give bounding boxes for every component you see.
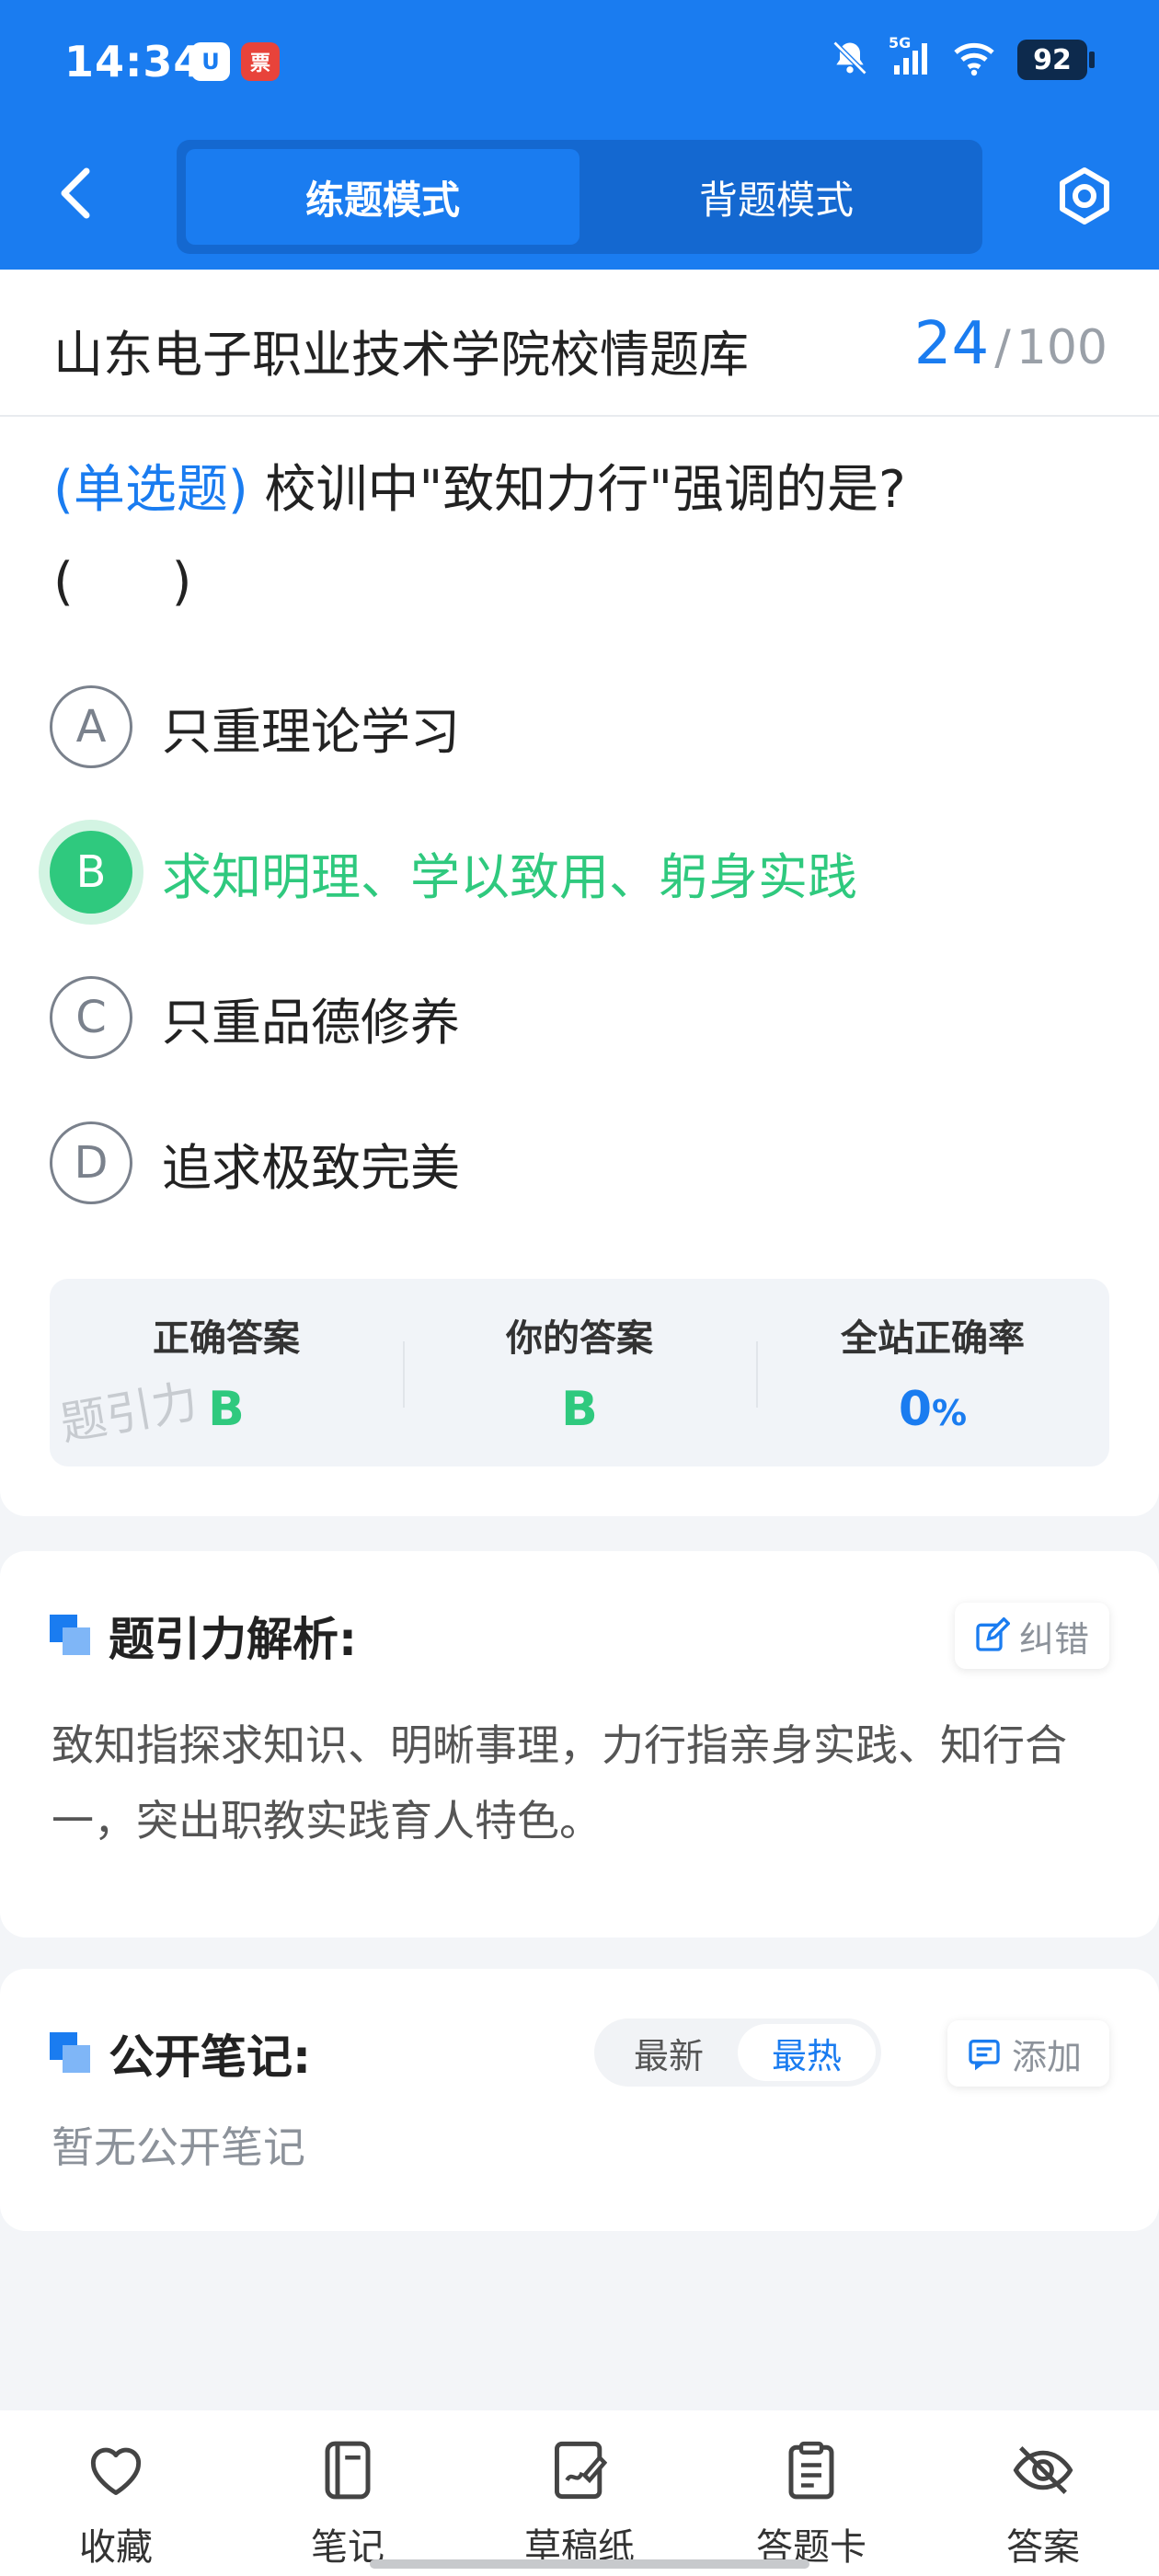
answer-result-summary: 正确答案 B 题引力 你的答案 B 全站正确率 0% (50, 1279, 1109, 1466)
bank-title: 山东电子职业技术学院校情题库 (53, 326, 749, 384)
option-letter: A (50, 685, 132, 768)
option-text: 求知明理、学以致用、躬身实践 (162, 847, 857, 906)
sort-latest[interactable]: 最新 (600, 2024, 738, 2081)
status-bar: 14:34 U 票 5G 92 (0, 0, 1159, 124)
answer-sheet-button[interactable]: 答题卡 (695, 2410, 927, 2576)
show-answer-label: 答案 (1006, 2526, 1080, 2569)
section-square-icon (50, 1615, 92, 1657)
mode-switch: 练题模式 背题模式 (177, 140, 982, 254)
signal-icon: 5G (889, 34, 931, 80)
empty-notes-text: 暂无公开笔记 (52, 2122, 305, 2172)
app-notification-icon: U (191, 42, 230, 81)
option-b[interactable]: B 求知明理、学以致用、躬身实践 (50, 826, 1107, 918)
chevron-left-icon (61, 167, 90, 219)
back-button[interactable] (48, 166, 103, 221)
option-letter: C (50, 976, 132, 1059)
option-text: 只重品德修养 (162, 993, 460, 1052)
home-indicator[interactable] (370, 2559, 809, 2569)
comment-icon (969, 2040, 1000, 2071)
edit-icon (976, 1617, 1010, 1651)
analysis-text: 致知指探求知识、明晰事理，力行指亲身实践、知行合一，突出职教实践育人特色。 (52, 1720, 1067, 1846)
analysis-heading: 题引力解析: (50, 1603, 357, 1669)
notes-title: 公开笔记: (109, 2030, 311, 2084)
wifi-icon (951, 40, 997, 80)
total-question-count: 100 (1016, 320, 1107, 375)
site-accuracy-number: 0 (898, 1382, 933, 1437)
gear-icon (1060, 167, 1109, 224)
show-answer-button[interactable]: 答案 (927, 2410, 1159, 2576)
section-square-icon (50, 2032, 92, 2075)
option-c[interactable]: C 只重品德修养 (50, 972, 1107, 1064)
eye-off-icon (1011, 2438, 1075, 2502)
tab-recite-mode[interactable]: 背题模式 (580, 149, 973, 245)
draft-paper-button[interactable]: 草稿纸 (464, 2410, 695, 2576)
watermark: 题引力 (56, 1374, 202, 1452)
your-answer-stat: 你的答案 B (403, 1279, 756, 1466)
public-notes-card: 公开笔记: 最新 最热 添加 暂无公开笔记 (0, 1969, 1159, 2231)
question-text: 校训中"致知力行"强调的是? (264, 460, 906, 520)
option-a[interactable]: A 只重理论学习 (50, 681, 1107, 773)
your-answer-label: 你的答案 (506, 1317, 653, 1360)
bottom-toolbar: 收藏 笔记 草稿纸 答题卡 答案 (0, 2410, 1159, 2576)
analysis-card: 题引力解析: 纠错 致知指探求知识、明晰事理，力行指亲身实践、知行合一，突出职教… (0, 1551, 1159, 1938)
correct-answer-label: 正确答案 (153, 1317, 300, 1360)
option-text: 只重理论学习 (162, 702, 460, 761)
battery-indicator: 92 (1017, 40, 1087, 80)
report-error-label: 纠错 (1019, 1618, 1090, 1660)
option-letter: D (50, 1121, 132, 1204)
settings-button[interactable] (1054, 166, 1115, 226)
notes-button[interactable]: 笔记 (232, 2410, 464, 2576)
status-time: 14:34 (64, 37, 204, 86)
option-d[interactable]: D 追求极致完美 (50, 1117, 1107, 1209)
notes-heading: 公开笔记: (50, 2020, 311, 2087)
correct-answer-stat: 正确答案 B 题引力 (50, 1279, 403, 1466)
correct-answer-value: B (208, 1382, 245, 1437)
heart-icon (84, 2438, 148, 2502)
answer-blank: ( ) (53, 552, 192, 612)
question-stem: (单选题) 校训中"致知力行"强调的是? ( ) (53, 444, 1111, 628)
analysis-title: 题引力解析: (109, 1613, 357, 1666)
report-error-button[interactable]: 纠错 (955, 1603, 1109, 1669)
current-question-number: 24 (913, 310, 990, 378)
add-note-button[interactable]: 添加 (947, 2020, 1109, 2087)
question-card: 山东电子职业技术学院校情题库 24/100 (单选题) 校训中"致知力行"强调的… (0, 270, 1159, 1516)
top-header: 14:34 U 票 5G 92 练题模式 背题模式 (0, 0, 1159, 270)
draft-paper-icon (547, 2438, 612, 2502)
site-accuracy-value: 0% (899, 1382, 967, 1437)
question-bank-header: 山东电子职业技术学院校情题库 24/100 (0, 270, 1159, 417)
your-answer-value: B (561, 1382, 598, 1437)
mute-bell-icon (830, 38, 870, 82)
add-note-label: 添加 (1012, 2036, 1083, 2077)
option-text: 追求极致完美 (162, 1138, 460, 1197)
network-type: 5G (889, 34, 912, 52)
battery-cap (1089, 52, 1095, 68)
tab-practice-mode[interactable]: 练题模式 (186, 149, 580, 245)
answer-sheet-icon (779, 2438, 843, 2502)
site-accuracy-stat: 全站正确率 0% (756, 1279, 1109, 1466)
sort-hottest[interactable]: 最热 (738, 2024, 876, 2081)
favorite-label: 收藏 (79, 2526, 153, 2569)
question-progress[interactable]: 24/100 (914, 310, 1107, 378)
progress-separator: / (994, 320, 1011, 375)
question-type: (单选题) (53, 460, 248, 520)
option-letter: B (50, 831, 132, 914)
notebook-icon (316, 2438, 380, 2502)
site-accuracy-label: 全站正确率 (841, 1317, 1025, 1360)
status-icons: 5G 92 (830, 34, 1095, 83)
app-notification-icon-2: 票 (241, 42, 280, 81)
percent-unit: % (932, 1393, 968, 1433)
notes-sort-toggle: 最新 最热 (594, 2018, 881, 2087)
favorite-button[interactable]: 收藏 (0, 2410, 232, 2576)
